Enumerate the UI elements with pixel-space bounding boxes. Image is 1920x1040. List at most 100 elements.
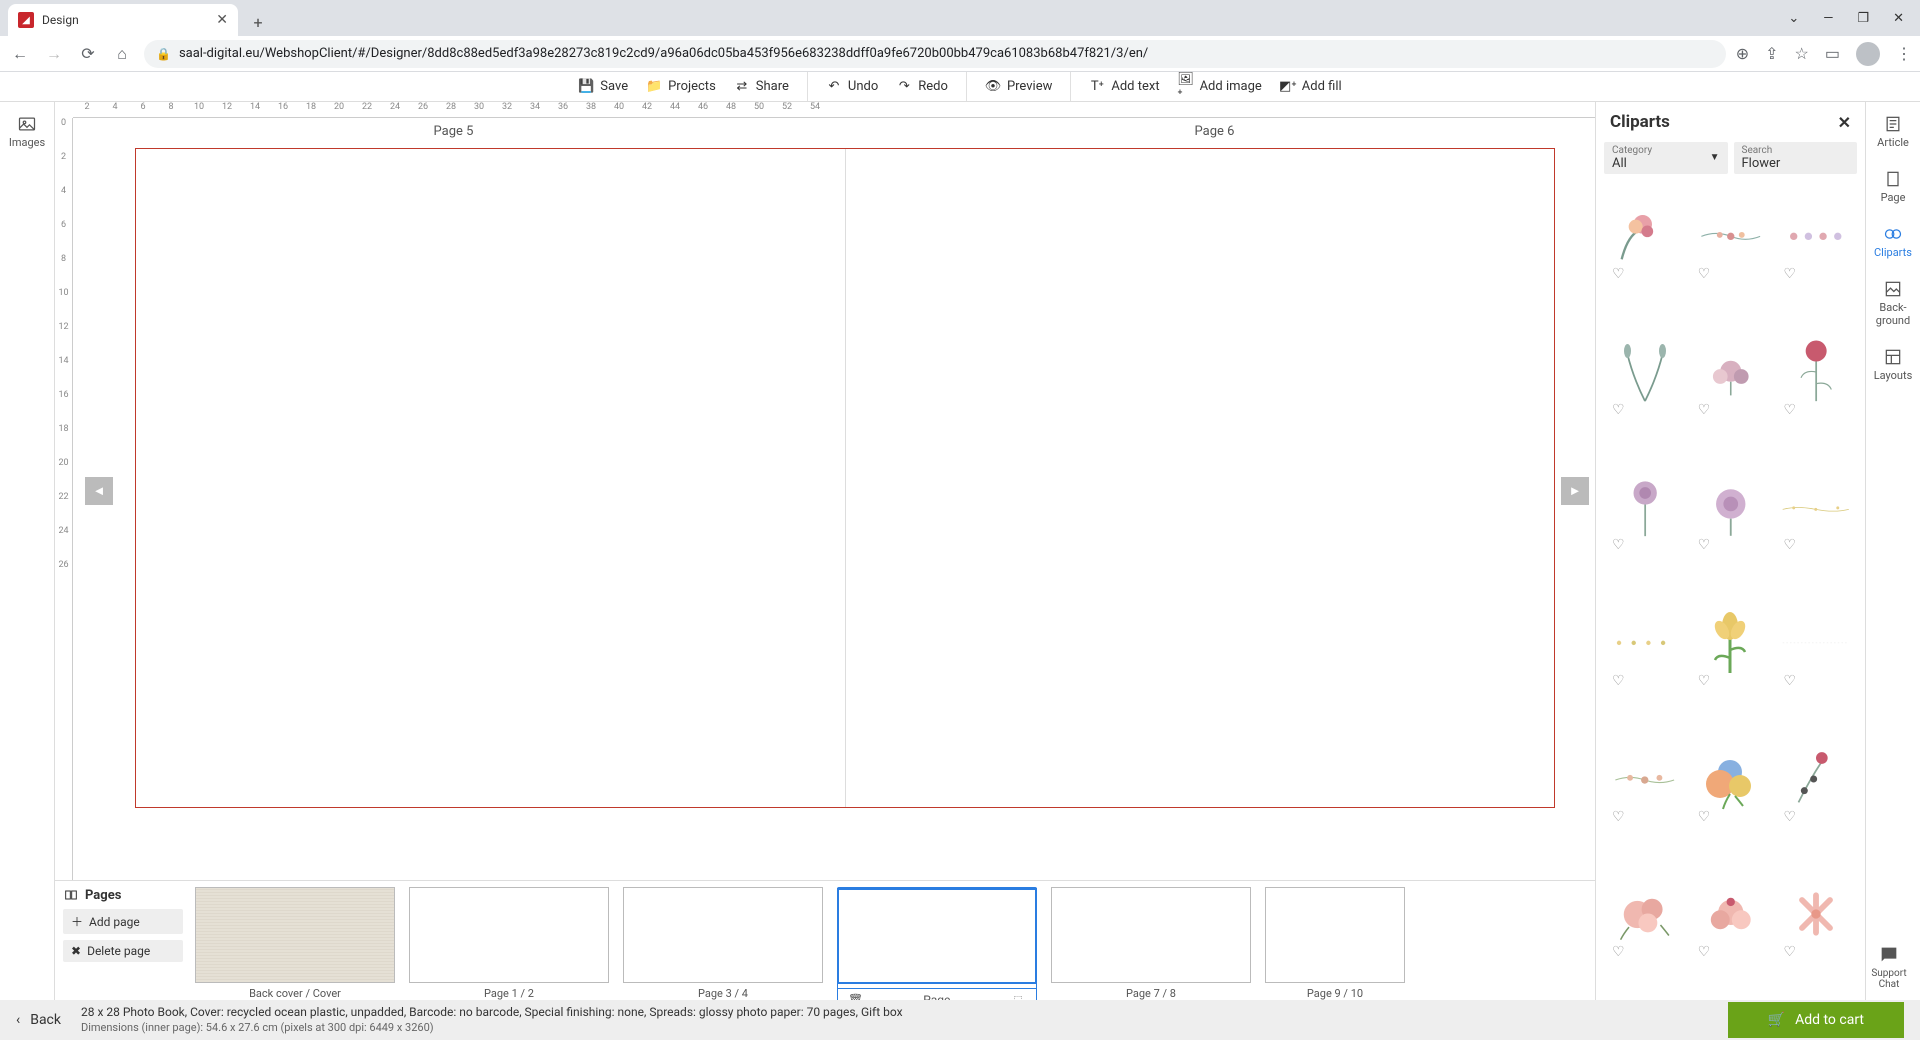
sidepanel-icon[interactable]: ▭ <box>1825 44 1840 63</box>
ruler-tick: 48 <box>717 102 745 117</box>
favorite-icon[interactable]: ♡ <box>1698 402 1711 418</box>
nav-home-icon[interactable]: ⌂ <box>110 42 134 66</box>
duplicate-thumb-icon[interactable]: ⿻ <box>1014 993 1026 1000</box>
favorite-icon[interactable]: ♡ <box>1612 673 1625 689</box>
favorite-icon[interactable]: ♡ <box>1783 944 1796 960</box>
save-button[interactable]: 💾Save <box>578 79 628 95</box>
clipart-item[interactable]: ♡ <box>1775 593 1857 693</box>
clipart-item[interactable]: ♡ <box>1690 322 1772 422</box>
layouts-rail-item[interactable]: Layouts <box>1866 341 1920 388</box>
new-tab-button[interactable]: + <box>244 8 272 36</box>
clipart-item[interactable]: ♡ <box>1604 593 1686 693</box>
delete-thumb-icon[interactable]: 🗑 <box>848 993 863 1000</box>
clipart-item[interactable]: ♡ <box>1690 593 1772 693</box>
layouts-label: Layouts <box>1874 369 1913 382</box>
clipart-item[interactable]: ♡ <box>1690 729 1772 829</box>
folder-icon: 📁 <box>646 79 662 95</box>
favorite-icon[interactable]: ♡ <box>1612 266 1625 282</box>
clipart-item[interactable]: ♡ <box>1775 729 1857 829</box>
clipart-item[interactable]: ♡ <box>1775 186 1857 286</box>
nav-reload-icon[interactable]: ⟳ <box>76 42 100 66</box>
clipart-item[interactable]: ♡ <box>1775 457 1857 557</box>
add-fill-button[interactable]: ◩⁺Add fill <box>1280 79 1342 95</box>
profile-avatar[interactable] <box>1856 42 1880 66</box>
favorite-icon[interactable]: ♡ <box>1698 537 1711 553</box>
browser-tab[interactable]: ◢ Design ✕ <box>8 4 238 36</box>
cliparts-rail-item[interactable]: Cliparts <box>1866 218 1920 265</box>
redo-button[interactable]: ↷Redo <box>896 79 948 95</box>
category-dropdown[interactable]: Category All ▼ <box>1604 142 1728 174</box>
close-panel-icon[interactable]: ✕ <box>1838 113 1851 132</box>
clipart-item[interactable]: ♡ <box>1604 729 1686 829</box>
favorite-icon[interactable]: ♡ <box>1612 537 1625 553</box>
page-thumbnail[interactable]: Page 1 / 2 <box>409 887 609 1000</box>
favorite-icon[interactable]: ♡ <box>1698 809 1711 825</box>
page-thumbnail[interactable]: Back cover / Cover <box>195 887 395 1000</box>
category-label: Category <box>1612 145 1720 156</box>
back-button[interactable]: ‹Back <box>16 1012 61 1028</box>
page-thumbnail[interactable]: Page 7 / 8 <box>1051 887 1251 1000</box>
page-thumbnail[interactable]: Page 3 / 4 <box>623 887 823 1000</box>
images-rail-item[interactable]: Images <box>0 108 54 155</box>
ruler-tick: 26 <box>55 560 72 594</box>
favorite-icon[interactable]: ♡ <box>1783 402 1796 418</box>
nav-back-icon[interactable]: ← <box>8 42 32 66</box>
clipart-grid[interactable]: ♡ ♡ ♡ ♡ ♡ ♡ ♡ ♡ ♡ ♡ ♡ ♡ ♡ ♡ ♡ ♡ ♡ ♡ <box>1596 182 1865 1000</box>
page-thumbnail[interactable]: Page 9 / 10 <box>1265 887 1405 1000</box>
page-spread[interactable] <box>135 148 1555 808</box>
ruler-tick: 12 <box>55 322 72 356</box>
delete-page-button[interactable]: ✖Delete page <box>63 940 183 962</box>
favorite-icon[interactable]: ♡ <box>1783 673 1796 689</box>
add-image-button[interactable]: 🖼⁺Add image <box>1178 79 1262 95</box>
favorite-icon[interactable]: ♡ <box>1612 944 1625 960</box>
tab-close-icon[interactable]: ✕ <box>216 12 228 28</box>
support-chat-button[interactable]: Support Chat <box>1866 944 1912 990</box>
page-thumbnail[interactable]: 🗑Page 5 / 6⿻ <box>837 887 1037 1000</box>
prev-page-arrow[interactable]: ◄ <box>85 477 113 505</box>
undo-button[interactable]: ↶Undo <box>826 79 878 95</box>
favorite-icon[interactable]: ♡ <box>1698 266 1711 282</box>
chevron-down-icon[interactable]: ⌄ <box>1788 11 1799 26</box>
chat-icon <box>1878 944 1900 966</box>
preview-button[interactable]: 👁Preview <box>985 79 1052 95</box>
window-maximize-icon[interactable]: ❐ <box>1857 11 1869 26</box>
share-url-icon[interactable]: ⇪ <box>1765 44 1778 63</box>
clipart-item[interactable]: ♡ <box>1690 457 1772 557</box>
window-minimize-icon[interactable]: — <box>1823 11 1833 26</box>
ruler-tick: 18 <box>297 102 325 117</box>
delete-page-label: Delete page <box>87 944 150 958</box>
next-page-arrow[interactable]: ► <box>1561 477 1589 505</box>
clipart-item[interactable]: ♡ <box>1604 322 1686 422</box>
page-rail-item[interactable]: Page <box>1866 163 1920 210</box>
favorite-icon[interactable]: ♡ <box>1612 809 1625 825</box>
clipart-item[interactable]: ♡ <box>1604 457 1686 557</box>
clipart-item[interactable]: ♡ <box>1604 864 1686 964</box>
kebab-menu-icon[interactable]: ⋮ <box>1896 44 1912 63</box>
clipart-item[interactable]: ♡ <box>1775 322 1857 422</box>
ruler-tick: 36 <box>549 102 577 117</box>
clipart-item[interactable]: ♡ <box>1775 864 1857 964</box>
canvas-area[interactable]: 2468101214161820222426283032343638404244… <box>55 102 1595 880</box>
add-to-cart-button[interactable]: 🛒Add to cart <box>1728 1002 1904 1038</box>
zoom-icon[interactable]: ⊕ <box>1736 44 1749 63</box>
bookmark-icon[interactable]: ☆ <box>1795 44 1809 63</box>
clipart-item[interactable]: ♡ <box>1604 186 1686 286</box>
projects-button[interactable]: 📁Projects <box>646 79 716 95</box>
search-field[interactable]: Search Flower <box>1734 142 1858 174</box>
favorite-icon[interactable]: ♡ <box>1783 809 1796 825</box>
background-rail-item[interactable]: Back- ground <box>1866 273 1920 333</box>
share-button[interactable]: ⇄Share <box>734 79 789 95</box>
favorite-icon[interactable]: ♡ <box>1612 402 1625 418</box>
favorite-icon[interactable]: ♡ <box>1783 537 1796 553</box>
add-text-button[interactable]: T⁺Add text <box>1089 79 1159 95</box>
favorite-icon[interactable]: ♡ <box>1698 944 1711 960</box>
article-rail-item[interactable]: Article <box>1866 108 1920 155</box>
add-page-button[interactable]: ＋Add page <box>63 909 183 934</box>
clipart-item[interactable]: ♡ <box>1690 864 1772 964</box>
address-bar[interactable]: 🔒 saal-digital.eu/WebshopClient/#/Design… <box>144 40 1726 68</box>
add-page-label: Add page <box>89 915 140 929</box>
favorite-icon[interactable]: ♡ <box>1783 266 1796 282</box>
favorite-icon[interactable]: ♡ <box>1698 673 1711 689</box>
clipart-item[interactable]: ♡ <box>1690 186 1772 286</box>
window-close-icon[interactable]: ✕ <box>1893 11 1904 26</box>
